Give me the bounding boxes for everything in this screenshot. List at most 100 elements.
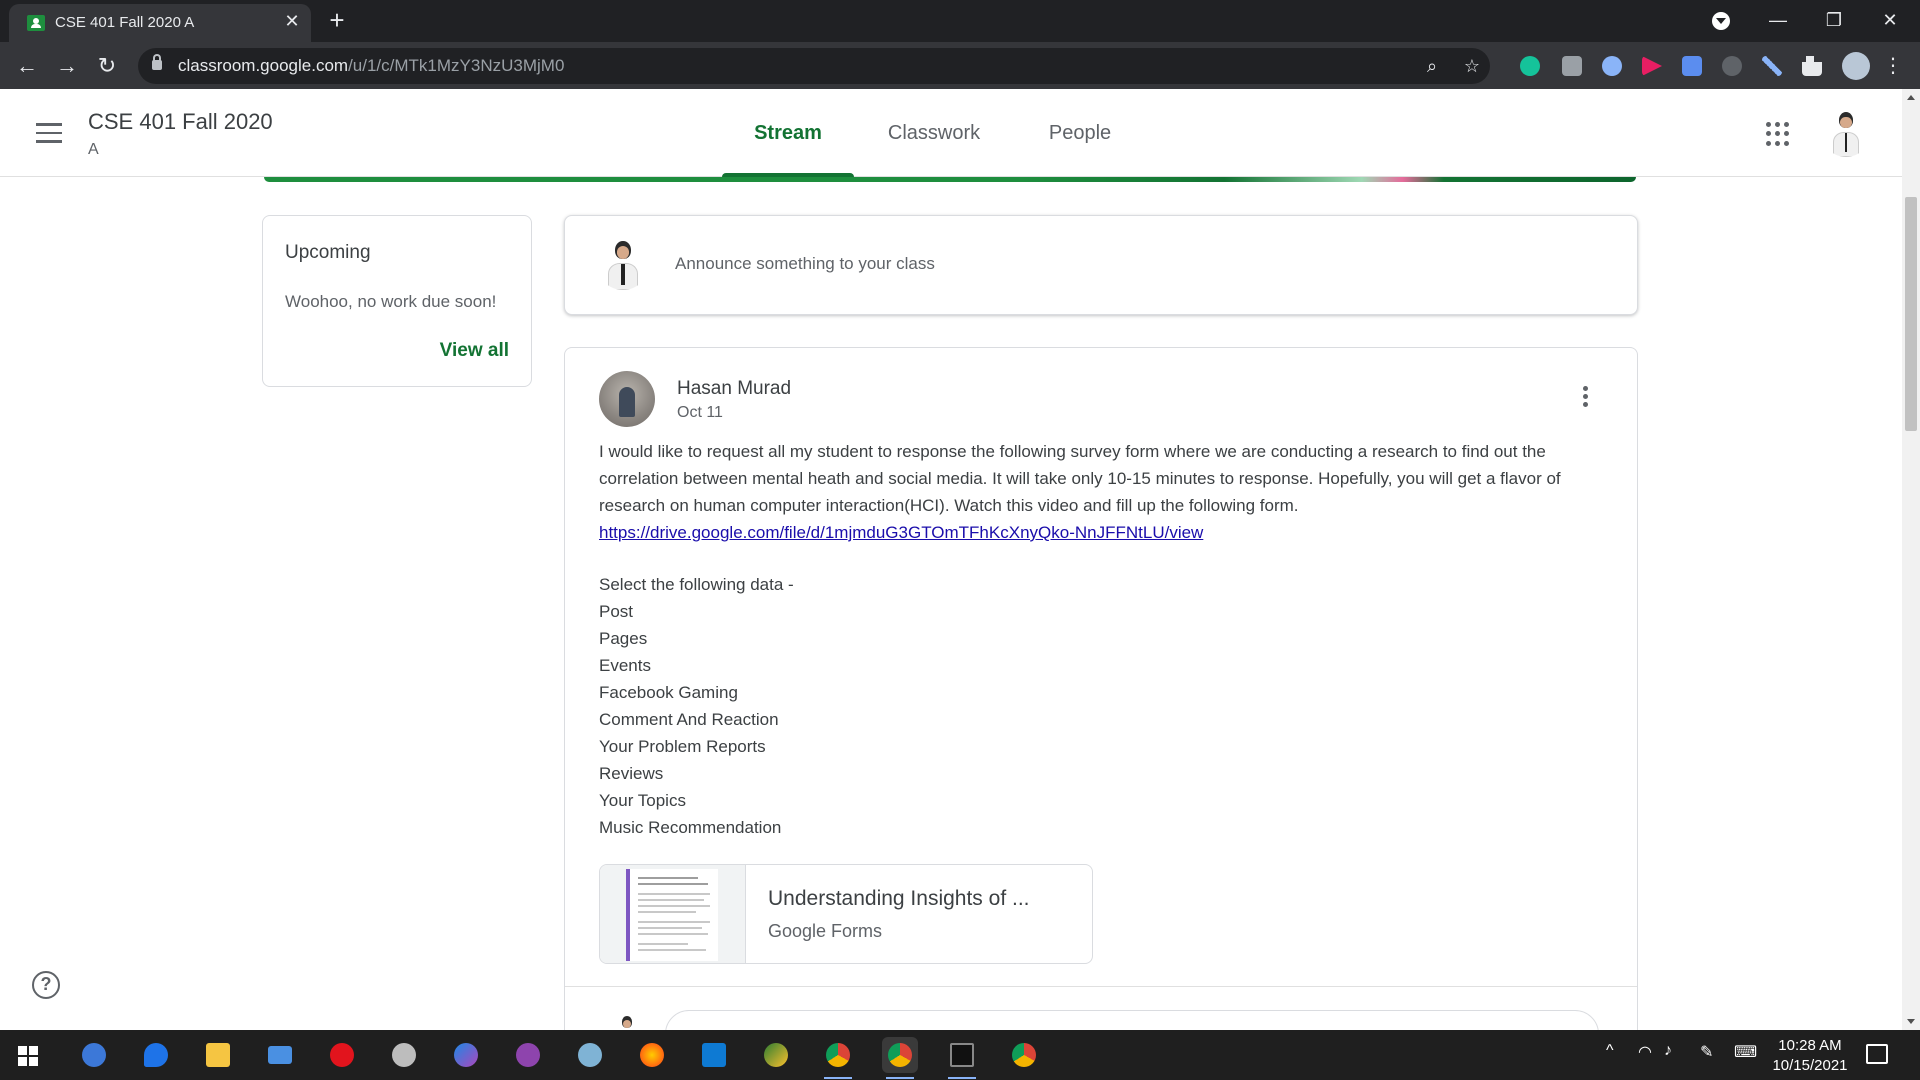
- list-item: Pages: [599, 629, 648, 648]
- messenger-icon[interactable]: [448, 1037, 484, 1073]
- attachment-type: Google Forms: [768, 921, 883, 941]
- tab-stream[interactable]: Stream: [722, 89, 854, 177]
- chevron-up-icon[interactable]: ^: [1606, 1042, 1614, 1060]
- list-item: Your Topics: [599, 791, 686, 810]
- page-scrollbar[interactable]: [1902, 89, 1920, 1030]
- course-title[interactable]: CSE 401 Fall 2020: [88, 109, 273, 135]
- announce-box[interactable]: Announce something to your class: [564, 215, 1638, 315]
- lock-icon[interactable]: [152, 54, 162, 70]
- restore-button[interactable]: ❐: [1814, 4, 1854, 36]
- upcoming-card: Upcoming Woohoo, no work due soon! View …: [262, 215, 532, 387]
- classroom-favicon-icon: [27, 15, 45, 31]
- stream-post: Hasan Murad Oct 11 I would like to reque…: [564, 347, 1638, 1047]
- extension-icon[interactable]: [1722, 56, 1742, 76]
- browser-toolbar: ← → ↻ classroom.google.com/u/1/c/MTk1MzY…: [0, 42, 1920, 89]
- post-body: I would like to request all my student t…: [599, 438, 1609, 546]
- list-item: Comment And Reaction: [599, 710, 779, 729]
- extension-icon[interactable]: [1602, 56, 1622, 76]
- list-item: Post: [599, 602, 634, 621]
- star-icon[interactable]: ☆: [1460, 54, 1484, 78]
- classroom-header: CSE 401 Fall 2020 A Stream Classwork Peo…: [0, 89, 1920, 177]
- app-icon[interactable]: [758, 1037, 794, 1073]
- list-item: Music Recommendation: [599, 818, 782, 837]
- clock-date: 10/15/2021: [1772, 1057, 1848, 1074]
- account-avatar[interactable]: [1822, 109, 1870, 157]
- clock-time: 10:28 AM: [1778, 1037, 1842, 1054]
- back-icon[interactable]: ←: [12, 51, 42, 81]
- pen-icon[interactable]: ✎: [1700, 1042, 1713, 1062]
- list-item: Events: [599, 656, 651, 675]
- wifi-icon[interactable]: ◠: [1638, 1042, 1652, 1062]
- reload-icon[interactable]: ↻: [92, 51, 122, 81]
- view-all-link[interactable]: View all: [440, 340, 509, 362]
- browser-tab-strip: CSE 401 Fall 2020 A ✕ + — ❐ ✕: [0, 0, 1920, 42]
- scroll-up-icon[interactable]: [1907, 95, 1915, 100]
- scroll-down-icon[interactable]: [1907, 1019, 1915, 1024]
- form-thumbnail: [600, 865, 746, 963]
- chrome-icon[interactable]: [820, 1037, 856, 1079]
- announce-placeholder[interactable]: Announce something to your class: [675, 254, 935, 274]
- browser-tab[interactable]: CSE 401 Fall 2020 A ✕: [9, 4, 311, 42]
- windows-start-icon[interactable]: [18, 1046, 38, 1066]
- minimize-button[interactable]: —: [1758, 4, 1798, 36]
- firefox-icon[interactable]: [634, 1037, 670, 1073]
- close-window-button[interactable]: ✕: [1870, 4, 1910, 36]
- keyboard-icon[interactable]: ⌨: [1734, 1042, 1757, 1062]
- tab-people[interactable]: People: [1040, 89, 1120, 177]
- profile-icon[interactable]: [1842, 52, 1870, 80]
- pen-icon[interactable]: [1762, 56, 1782, 76]
- edge-icon[interactable]: [138, 1037, 174, 1073]
- chrome-icon[interactable]: [1006, 1037, 1042, 1073]
- google-apps-icon[interactable]: [1766, 122, 1790, 146]
- course-section: A: [88, 141, 99, 158]
- zoom-icon[interactable]: ⌕: [1420, 54, 1444, 78]
- url-path: /u/1/c/MTk1MzY3NzU3MjM0: [348, 56, 565, 75]
- author-avatar: [599, 371, 655, 427]
- forward-icon[interactable]: →: [52, 51, 82, 81]
- github-icon[interactable]: [510, 1037, 546, 1073]
- camera-icon[interactable]: [1562, 56, 1582, 76]
- notifications-icon[interactable]: [1866, 1044, 1888, 1064]
- post-author: Hasan Murad: [677, 378, 792, 399]
- attachment-title[interactable]: Understanding Insights of ...: [768, 887, 1030, 911]
- puzzle-icon[interactable]: [1802, 56, 1822, 76]
- file-explorer-icon[interactable]: [200, 1037, 236, 1073]
- list-item: Facebook Gaming: [599, 683, 738, 702]
- form-attachment[interactable]: Understanding Insights of ... Google For…: [599, 864, 1093, 964]
- terminal-icon[interactable]: [944, 1037, 980, 1079]
- post-link[interactable]: https://drive.google.com/file/d/1mjmduG3…: [599, 523, 1203, 542]
- avatar: [597, 238, 649, 290]
- new-tab-button[interactable]: +: [324, 7, 350, 34]
- chrome-icon[interactable]: [882, 1037, 918, 1079]
- tab-classwork[interactable]: Classwork: [876, 89, 992, 177]
- system-clock[interactable]: 10:28 AM 10/15/2021: [1760, 1036, 1860, 1076]
- url-text[interactable]: classroom.google.com/u/1/c/MTk1MzY3NzU3M…: [178, 56, 564, 76]
- download-icon[interactable]: [1682, 56, 1702, 76]
- post-date: Oct 11: [677, 404, 723, 421]
- menu-icon[interactable]: ⋮: [1878, 51, 1908, 81]
- divider: [565, 986, 1637, 987]
- url-host: classroom.google.com: [178, 56, 349, 75]
- post-data-list: Select the following data - Post Pages E…: [599, 571, 794, 841]
- qbittorrent-icon[interactable]: [76, 1037, 112, 1073]
- address-bar[interactable]: classroom.google.com/u/1/c/MTk1MzY3NzU3M…: [138, 48, 1490, 84]
- upcoming-title: Upcoming: [285, 242, 371, 263]
- tab-search-icon[interactable]: [1712, 12, 1730, 30]
- help-icon[interactable]: ?: [32, 971, 60, 999]
- tab-close-icon[interactable]: ✕: [281, 10, 303, 32]
- course-banner: [264, 177, 1636, 182]
- vscode-icon[interactable]: [696, 1037, 732, 1073]
- app-icon[interactable]: [572, 1037, 608, 1073]
- main-menu-icon[interactable]: [36, 123, 62, 143]
- scrollbar-thumb[interactable]: [1905, 197, 1917, 431]
- satellite-icon[interactable]: [386, 1037, 422, 1073]
- grammarly-icon[interactable]: [1520, 56, 1540, 76]
- list-intro: Select the following data -: [599, 575, 794, 594]
- taskbar: ^ ◠ ♪ ✎ ⌨ 10:28 AM 10/15/2021: [0, 1030, 1920, 1080]
- more-options-icon[interactable]: [1581, 386, 1589, 410]
- mail-icon[interactable]: [262, 1037, 298, 1073]
- upcoming-message: Woohoo, no work due soon!: [285, 292, 497, 311]
- play-icon[interactable]: [1642, 56, 1662, 76]
- volume-icon[interactable]: ♪: [1664, 1042, 1672, 1060]
- opera-icon[interactable]: [324, 1037, 360, 1073]
